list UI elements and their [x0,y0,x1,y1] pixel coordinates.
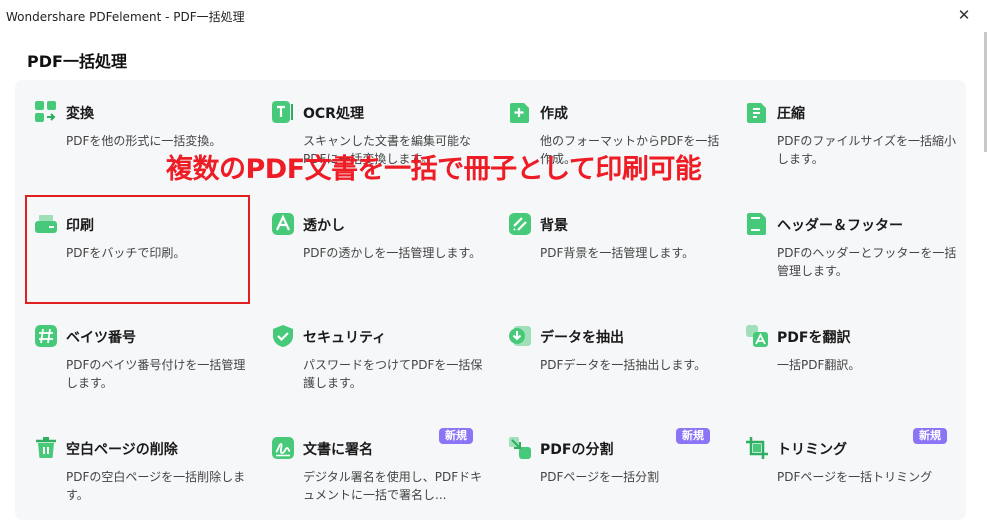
bates-number-icon [34,324,58,348]
ocr-icon [271,100,295,124]
translate-icon [745,324,769,348]
tool-title: 空白ページの削除 [66,442,178,458]
tool-card-delete-blank[interactable]: 空白ページの削除 PDFの空白ページを一括削除します。 [15,416,251,520]
tool-card-background[interactable]: 背景 PDF背景を一括管理します。 [489,192,725,302]
window-title: Wondershare PDFelement - PDF一括処理 [6,10,245,24]
app-window: Wondershare PDFelement - PDF一括処理 ✕ PDF一括… [0,0,987,520]
sign-icon [271,436,295,460]
tool-title: PDFの分割 [540,442,614,458]
tool-description: 一括PDF翻訳。 [777,358,861,372]
tool-description: PDF背景を一括管理します。 [540,246,695,260]
tool-card-compress[interactable]: 圧縮 PDFのファイルサイズを一括縮小します。 [726,80,962,190]
tool-description: PDFの透かしを一括管理します。 [303,246,482,260]
background-icon [508,212,532,236]
tool-title: ベイツ番号 [66,330,136,346]
tool-description: PDFのファイルサイズを一括縮小します。 [777,134,957,166]
tool-card-translate[interactable]: PDFを翻訳 一括PDF翻訳。 [726,304,962,414]
tool-title: 文書に署名 [303,442,373,458]
tool-card-security[interactable]: セキュリティ パスワードをつけてPDFを一括保護します。 [252,304,488,414]
page-title: PDF一括処理 [27,52,127,71]
security-icon [271,324,295,348]
tool-title: OCR処理 [303,106,364,122]
split-icon [508,436,532,460]
tool-description: PDFの空白ページを一括削除します。 [66,470,246,502]
close-icon[interactable]: ✕ [955,6,973,24]
tool-description: パスワードをつけてPDFを一括保護します。 [303,358,483,390]
tool-title: 作成 [540,106,568,122]
delete-blank-icon [34,436,58,460]
tool-title: 変換 [66,106,94,122]
new-badge: 新規 [439,428,473,444]
tool-card-extract-data[interactable]: データを抽出 PDFデータを一括抽出します。 [489,304,725,414]
tool-title: 透かし [303,218,345,234]
new-badge: 新規 [913,428,947,444]
tool-title: 背景 [540,218,568,234]
title-bar: Wondershare PDFelement - PDF一括処理 ✕ [0,0,987,32]
annotation-text: 複数のPDF文書を一括で冊子として印刷可能 [166,154,702,185]
compress-icon [745,100,769,124]
tool-title: データを抽出 [540,330,624,346]
tool-description: PDFのベイツ番号付けを一括管理します。 [66,358,246,390]
header-footer-icon [745,212,769,236]
tool-card-bates-number[interactable]: ベイツ番号 PDFのベイツ番号付けを一括管理します。 [15,304,251,414]
tool-description: PDFページを一括分割 [540,470,660,484]
watermark-icon [271,212,295,236]
crop-icon [745,436,769,460]
tool-card-watermark[interactable]: 透かし PDFの透かしを一括管理します。 [252,192,488,302]
tool-title: ヘッダー＆フッター [777,218,903,234]
new-badge: 新規 [676,428,710,444]
tool-title: トリミング [777,442,847,458]
tool-description: デジタル署名を使用し、PDFドキュメントに一括で署名し... [303,470,483,502]
tool-card-header-footer[interactable]: ヘッダー＆フッター PDFのヘッダーとフッターを一括管理します。 [726,192,962,302]
tool-description: PDFのヘッダーとフッターを一括管理します。 [777,246,957,278]
tool-title: PDFを翻訳 [777,330,851,346]
tool-description: PDFページを一括トリミング [777,470,933,484]
tool-description: PDFデータを一括抽出します。 [540,358,707,372]
extract-data-icon [508,324,532,348]
tool-title: 圧縮 [777,106,805,122]
convert-icon [34,100,58,124]
tool-title: セキュリティ [303,330,387,346]
print-highlight-box [25,195,250,304]
create-icon [508,100,532,124]
